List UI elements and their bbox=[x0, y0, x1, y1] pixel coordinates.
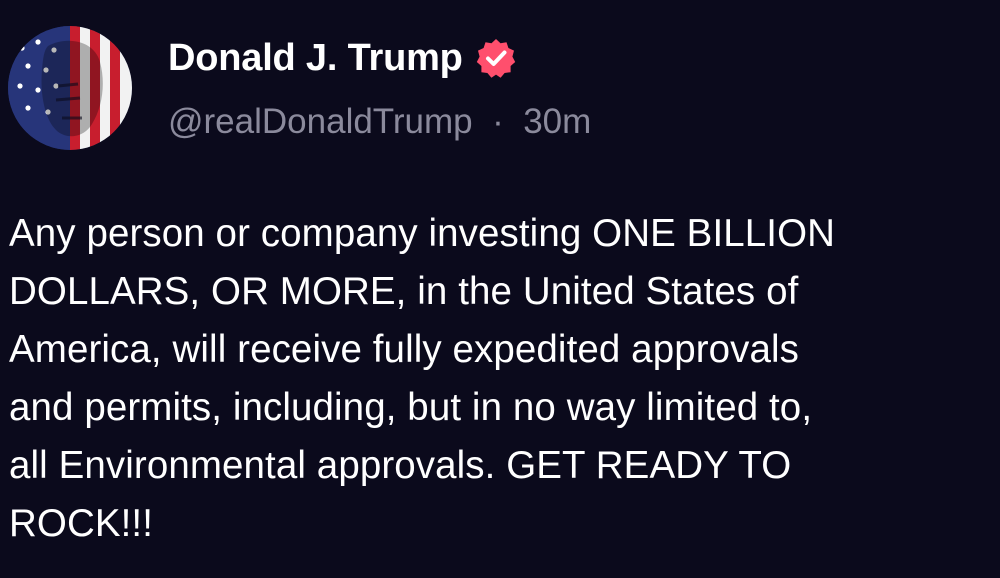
post-body: Any person or company investing ONE BILL… bbox=[9, 205, 994, 553]
author-handle[interactable]: @realDonaldTrump bbox=[168, 102, 473, 141]
post-body-line: ROCK!!! bbox=[9, 502, 154, 545]
post-header: Donald J. Trump @realDonaldTrump · 30m bbox=[168, 34, 591, 142]
verified-badge-icon bbox=[475, 37, 517, 79]
post-body-line: Any person or company investing ONE BILL… bbox=[9, 212, 836, 255]
author-name-row: Donald J. Trump bbox=[168, 34, 591, 82]
author-display-name[interactable]: Donald J. Trump bbox=[168, 37, 463, 80]
post-timestamp[interactable]: 30m bbox=[523, 102, 591, 141]
avatar-image bbox=[8, 26, 132, 150]
avatar[interactable] bbox=[8, 26, 132, 150]
post-body-line: DOLLARS, OR MORE, in the United States o… bbox=[9, 270, 799, 313]
meta-separator: · bbox=[482, 102, 514, 141]
post-body-line: and permits, including, but in no way li… bbox=[9, 386, 813, 429]
post-body-line: all Environmental approvals. GET READY T… bbox=[9, 444, 792, 487]
author-meta-row: @realDonaldTrump · 30m bbox=[168, 102, 591, 142]
post-body-line: America, will receive fully expedited ap… bbox=[9, 328, 800, 371]
post-card: Donald J. Trump @realDonaldTrump · 30m A… bbox=[0, 0, 1000, 578]
